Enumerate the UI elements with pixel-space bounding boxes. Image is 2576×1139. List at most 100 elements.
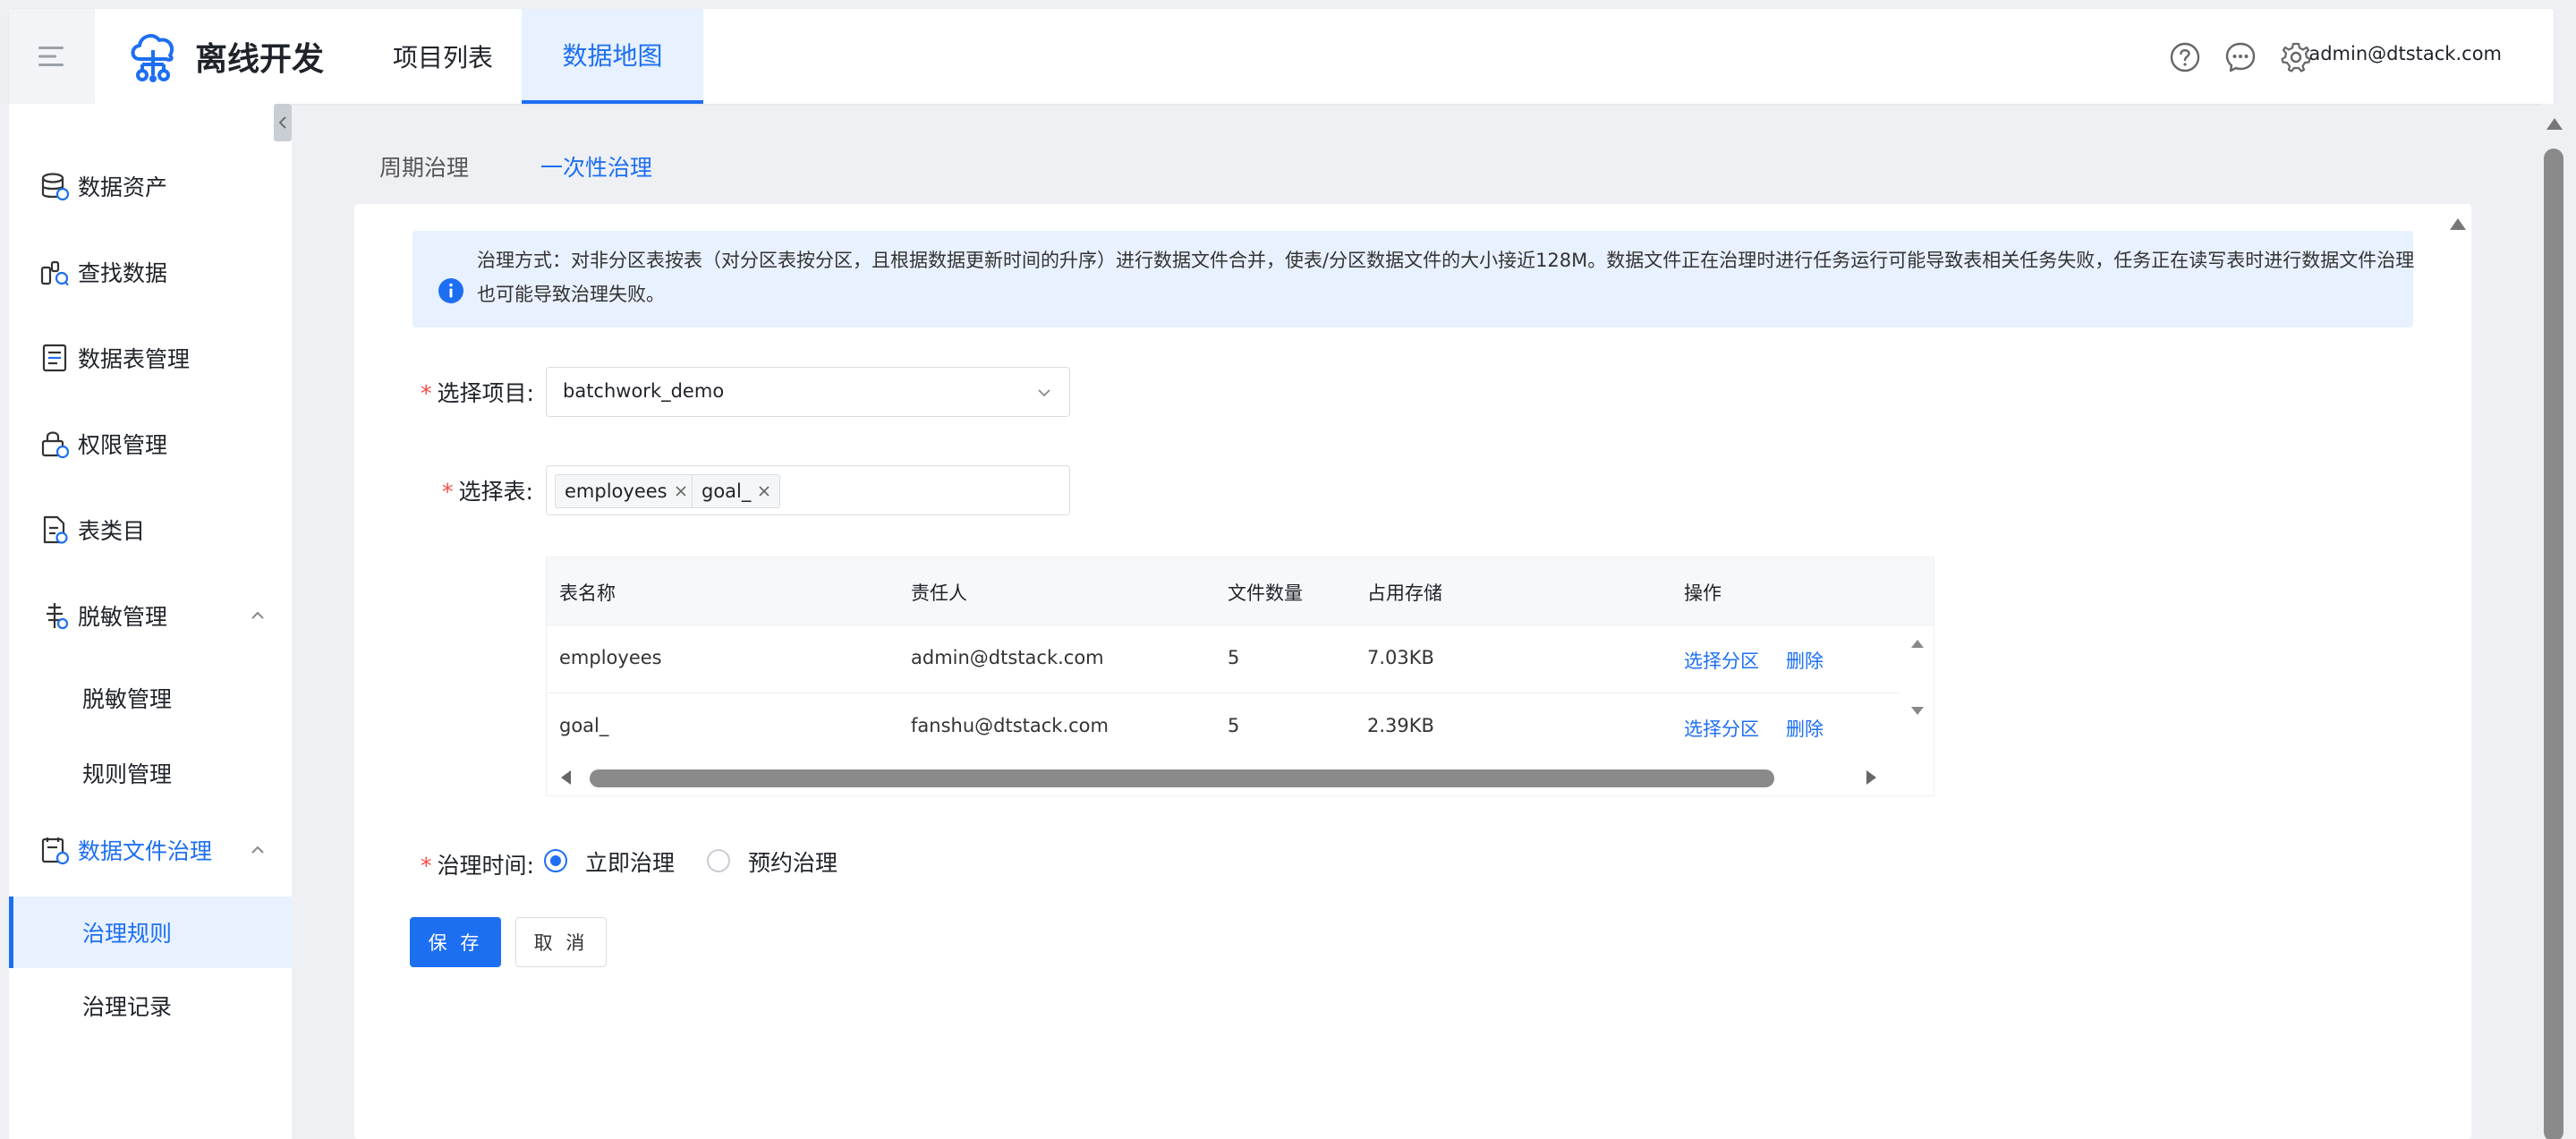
sidebar-item-data-assets[interactable]: 数据资产 (9, 150, 292, 222)
database-icon (41, 173, 70, 201)
table-row: employees admin@dtstack.com 5 7.03KB 选择分… (547, 625, 1900, 693)
delete-link[interactable]: 删除 (1786, 647, 1824, 674)
sidebar-subitem-label: 规则管理 (82, 761, 173, 787)
alert-text-line1: 治理方式：对非分区表按表（对分区表按分区，且根据数据更新时间的升序）进行数据文件… (477, 250, 2415, 271)
tab-periodic-governance[interactable]: 周期治理 (379, 118, 469, 215)
scrollbar-thumb[interactable] (590, 769, 1774, 787)
settings-gear-icon[interactable] (2280, 41, 2312, 73)
selected-table-tag: employees (555, 474, 697, 508)
selected-tables-table: 表名称 责任人 文件数量 占用存储 操作 employees admin@dts… (546, 557, 1934, 796)
table-row: goal_ fanshu@dtstack.com 5 2.39KB 选择分区 删… (547, 693, 1900, 761)
chevron-down-icon (1038, 389, 1050, 397)
cell-table-name: employees (559, 647, 662, 668)
sidebar-item-file-governance[interactable]: 数据文件治理 (9, 814, 292, 886)
sidebar-collapse-button[interactable] (274, 104, 292, 141)
card-scroll-up-icon[interactable] (2449, 217, 2467, 231)
scroll-up-arrow-icon[interactable] (1910, 638, 1925, 649)
column-header: 责任人 (911, 582, 967, 604)
project-select[interactable]: batchwork_demo (546, 367, 1070, 417)
cell-storage: 2.39KB (1367, 715, 1434, 736)
close-icon[interactable] (675, 485, 687, 497)
radio-scheduled[interactable] (707, 849, 730, 872)
cancel-button[interactable]: 取 消 (515, 917, 607, 967)
cell-file-count: 5 (1228, 715, 1240, 736)
time-label: * 治理时间: (421, 848, 534, 880)
sidebar-item-table-management[interactable]: 数据表管理 (9, 322, 292, 394)
tag-label: employees (565, 480, 667, 502)
cell-owner: fanshu@dtstack.com (911, 715, 1109, 736)
app-title: 离线开发 (195, 41, 325, 78)
table-list-icon (42, 344, 67, 372)
page-scroll-up-icon[interactable] (2546, 116, 2563, 131)
required-mark: * (442, 479, 454, 505)
cell-storage: 7.03KB (1367, 647, 1434, 668)
sidebar-subitem-rules[interactable]: 规则管理 (9, 737, 292, 809)
chevron-left-icon (278, 116, 286, 129)
cell-file-count: 5 (1228, 647, 1240, 668)
table-header: 表名称 责任人 文件数量 占用存储 操作 (547, 557, 1934, 625)
select-partition-link[interactable]: 选择分区 (1684, 715, 1759, 742)
column-header: 占用存储 (1367, 582, 1442, 604)
column-header: 文件数量 (1228, 582, 1303, 604)
sidebar-item-desensitization[interactable]: 脱敏管理 (9, 580, 292, 651)
sidebar-item-permissions[interactable]: 权限管理 (9, 408, 292, 480)
table-multiselect[interactable]: employees goal_ (546, 465, 1070, 515)
chevron-up-icon (251, 611, 264, 619)
governance-form-card: 治理方式：对非分区表按表（对分区表按分区，且根据数据更新时间的升序）进行数据文件… (354, 204, 2471, 1139)
tab-one-time-governance[interactable]: 一次性治理 (540, 118, 652, 215)
selected-table-tag: goal_ (692, 474, 781, 508)
menu-icon (38, 47, 64, 66)
table-label-text: 选择表: (458, 479, 533, 505)
page-vertical-scrollbar[interactable] (2540, 104, 2576, 1139)
sidebar-subitem-governance-records[interactable]: 治理记录 (9, 970, 292, 1041)
radio-immediate[interactable] (544, 849, 567, 872)
radio-immediate-label[interactable]: 立即治理 (585, 846, 675, 878)
required-mark: * (421, 853, 432, 879)
table-label: * 选择表: (442, 474, 533, 506)
help-icon[interactable] (2169, 41, 2201, 73)
sidebar-item-label: 数据资产 (78, 174, 168, 200)
page-scrollbar-thumb[interactable] (2544, 149, 2563, 1139)
info-icon (438, 278, 463, 303)
save-button[interactable]: 保 存 (410, 917, 501, 967)
scroll-left-arrow-icon[interactable] (559, 769, 572, 786)
cell-owner: admin@dtstack.com (911, 647, 1104, 668)
scroll-down-arrow-icon[interactable] (1910, 706, 1925, 717)
cloud-network-icon (131, 34, 174, 82)
nav-tab-projects[interactable]: 项目列表 (367, 9, 519, 104)
sidebar-item-find-data[interactable]: 查找数据 (9, 236, 292, 308)
menu-toggle-button[interactable] (9, 9, 95, 104)
column-header: 表名称 (559, 582, 616, 604)
sidebar-item-label: 数据文件治理 (78, 838, 213, 864)
required-mark: * (421, 380, 432, 406)
tag-label: goal_ (701, 480, 752, 502)
nav-tab-datamap[interactable]: 数据地图 (522, 9, 703, 104)
message-icon[interactable] (2224, 41, 2257, 73)
sidebar-item-table-category[interactable]: 表类目 (9, 494, 292, 565)
table-vertical-scrollbar[interactable] (1900, 625, 1934, 727)
sidebar: 数据资产 查找数据 数据表管理 权限管理 表类目 脱敏管理 脱敏管理 规则管理 … (9, 104, 292, 1139)
project-select-value: batchwork_demo (563, 380, 725, 402)
sidebar-item-label: 查找数据 (78, 260, 168, 286)
sidebar-subitem-governance-rules[interactable]: 治理规则 (9, 897, 292, 968)
chevron-up-icon (251, 846, 264, 854)
user-account[interactable]: admin@dtstack.com (2308, 43, 2502, 64)
sidebar-item-label: 权限管理 (78, 432, 168, 458)
radio-scheduled-label[interactable]: 预约治理 (748, 846, 837, 878)
sidebar-subitem-desensitization[interactable]: 脱敏管理 (9, 662, 292, 734)
document-icon (43, 515, 68, 544)
delete-link[interactable]: 删除 (1786, 715, 1824, 742)
project-label-text: 选择项目: (437, 380, 534, 406)
table-horizontal-scrollbar[interactable] (547, 760, 1934, 795)
top-header: 离线开发 项目列表 数据地图 admin@dtstack.com (9, 9, 2554, 104)
cell-table-name: goal_ (559, 715, 609, 736)
binoculars-icon (40, 260, 69, 286)
close-icon[interactable] (758, 485, 770, 497)
column-header: 操作 (1684, 582, 1722, 604)
sidebar-item-label: 表类目 (78, 518, 146, 544)
select-partition-link[interactable]: 选择分区 (1684, 647, 1759, 674)
sidebar-subitem-label: 脱敏管理 (82, 686, 173, 712)
scroll-right-arrow-icon[interactable] (1866, 769, 1878, 786)
app-logo[interactable]: 离线开发 (127, 29, 324, 84)
desensitize-icon (47, 603, 69, 630)
